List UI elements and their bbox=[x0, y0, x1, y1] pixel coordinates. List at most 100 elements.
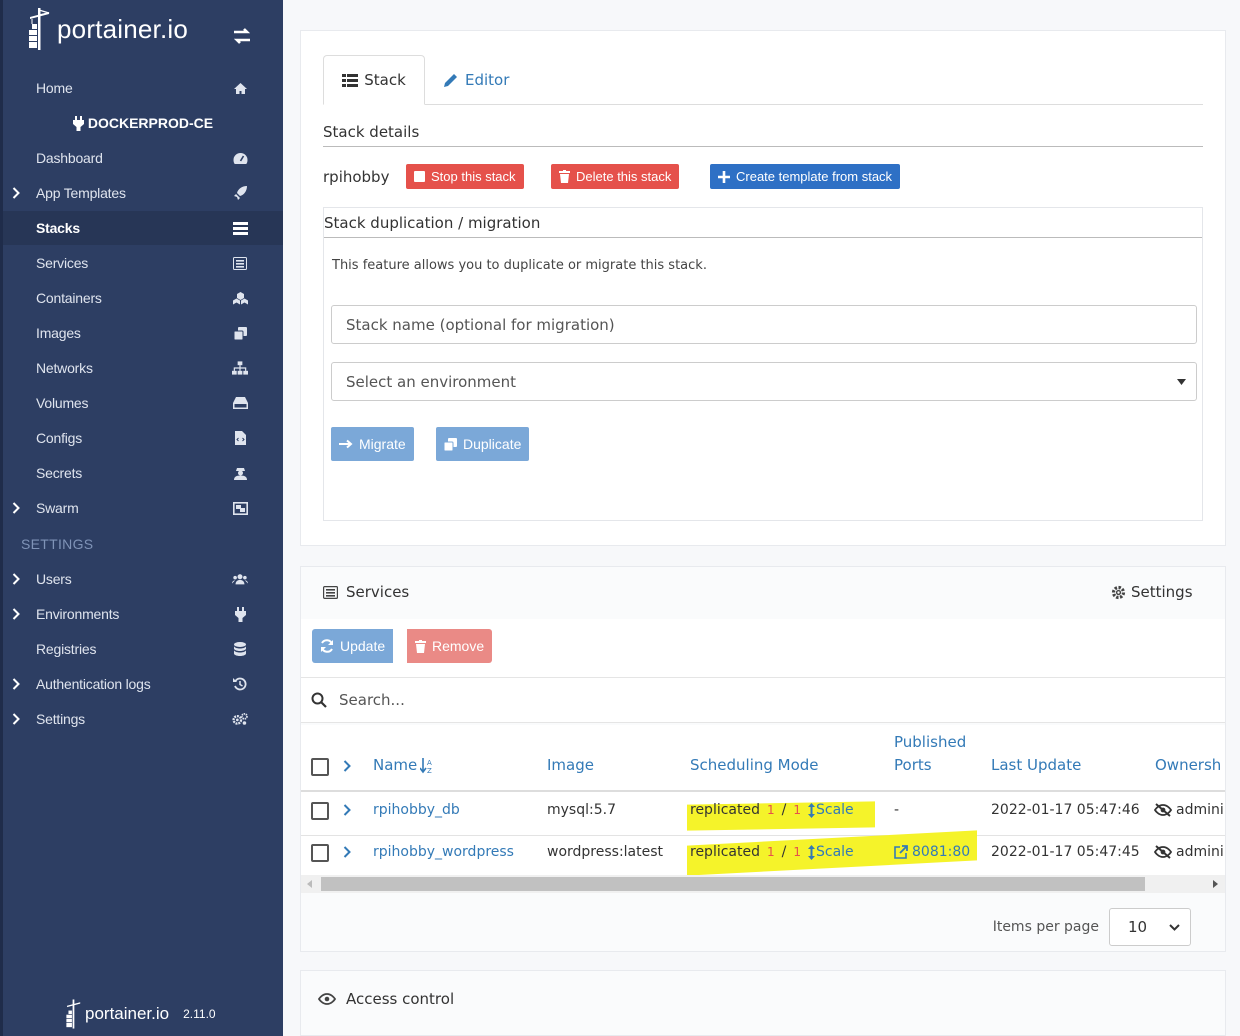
duplicate-button[interactable]: Duplicate bbox=[436, 427, 530, 461]
remove-button[interactable]: Remove bbox=[407, 629, 493, 663]
chevron-right-icon bbox=[12, 502, 20, 514]
sidebar-item-label: Environments bbox=[36, 606, 120, 622]
column-header-name[interactable]: Name AZ bbox=[373, 754, 434, 777]
row-checkbox[interactable] bbox=[311, 844, 329, 862]
crane-logo-icon bbox=[66, 999, 81, 1029]
scheduling-mode-cell: replicated 1 / 1 Scale bbox=[690, 844, 854, 860]
sidebar-item-label: Configs bbox=[36, 430, 83, 446]
sidebar-item-label: Settings bbox=[36, 711, 85, 727]
service-name-link[interactable]: rpihobby_wordpress bbox=[373, 844, 514, 860]
sidebar-item-stacks[interactable]: Stacks bbox=[3, 211, 283, 245]
sidebar-item-users[interactable]: Users bbox=[3, 562, 283, 596]
expand-row-icon[interactable] bbox=[343, 804, 351, 816]
migrate-button[interactable]: Migrate bbox=[331, 427, 414, 461]
services-table: Name AZ Image Scheduling Mode Published … bbox=[301, 725, 1225, 885]
stack-name: rpihobby bbox=[323, 168, 390, 186]
footer-logo-text: portainer.io bbox=[85, 1004, 170, 1023]
clone-icon bbox=[444, 437, 457, 451]
service-image: wordpress:latest bbox=[547, 844, 664, 860]
sidebar-item-dashboard[interactable]: Dashboard bbox=[3, 141, 283, 175]
expand-row-icon[interactable] bbox=[343, 846, 351, 858]
service-name-link[interactable]: rpihobby_db bbox=[373, 802, 460, 818]
scrollbar-thumb[interactable] bbox=[321, 877, 1145, 891]
select-all-checkbox[interactable] bbox=[311, 758, 329, 776]
delete-stack-button[interactable]: Delete this stack bbox=[551, 164, 680, 189]
sort-alpha-icon: AZ bbox=[420, 757, 432, 774]
sidebar-item-label: Services bbox=[36, 255, 89, 271]
sidebar-item-authentication-logs[interactable]: Authentication logs bbox=[3, 667, 283, 701]
table-settings-button[interactable]: Settings bbox=[1111, 583, 1193, 601]
desired-count: 1 bbox=[793, 803, 801, 817]
sidebar-item-home[interactable]: Home bbox=[3, 71, 283, 105]
sidebar-item-app-templates[interactable]: App Templates bbox=[3, 176, 283, 210]
external-link-icon bbox=[894, 845, 908, 859]
last-update: 2022-01-17 05:47:46 bbox=[991, 802, 1140, 818]
sidebar-item-settings[interactable]: Settings bbox=[3, 702, 283, 736]
stack-name-input[interactable]: Stack name (optional for migration) bbox=[331, 305, 1197, 344]
search-bar[interactable]: Search... bbox=[301, 677, 1225, 723]
sidebar-item-networks[interactable]: Networks bbox=[3, 351, 283, 385]
published-ports: - bbox=[894, 802, 900, 818]
trash-icon bbox=[559, 170, 570, 183]
tab-stack[interactable]: Stack bbox=[323, 55, 425, 105]
sidebar-item-volumes[interactable]: Volumes bbox=[3, 386, 283, 420]
sidebar-item-environments[interactable]: Environments bbox=[3, 597, 283, 631]
stop-stack-button[interactable]: Stop this stack bbox=[406, 164, 524, 189]
update-label: Update bbox=[340, 638, 386, 654]
ownership-cell: admini bbox=[1154, 802, 1224, 818]
column-header-ownership[interactable]: Ownersh bbox=[1155, 754, 1221, 777]
sidebar-item-containers[interactable]: Containers bbox=[3, 281, 283, 315]
arrows-vertical-icon bbox=[808, 802, 815, 818]
sidebar-item-label: Images bbox=[36, 325, 81, 341]
scale-link[interactable]: Scale bbox=[808, 844, 854, 860]
column-header-published-ports[interactable]: Published Ports bbox=[894, 731, 966, 777]
published-port-link[interactable]: 8081:80 bbox=[894, 844, 970, 860]
environment-select[interactable]: Select an environment bbox=[331, 362, 1197, 401]
sidebar-item-label: Volumes bbox=[36, 395, 89, 411]
sidebar-item-secrets[interactable]: Secrets bbox=[3, 456, 283, 490]
services-icon bbox=[232, 256, 248, 270]
column-header-image[interactable]: Image bbox=[547, 754, 594, 777]
scroll-right-icon[interactable] bbox=[1213, 880, 1218, 888]
mode-label: replicated bbox=[690, 802, 760, 818]
users-icon bbox=[232, 572, 248, 586]
create-template-button[interactable]: Create template from stack bbox=[710, 164, 901, 189]
column-header-name-label: Name bbox=[373, 756, 418, 774]
services-toolbar: Update Remove bbox=[301, 619, 1225, 677]
sidebar-item-services[interactable]: Services bbox=[3, 246, 283, 280]
hdd-icon bbox=[232, 396, 248, 410]
tab-editor[interactable]: Editor bbox=[443, 55, 509, 105]
column-header-scheduling-mode[interactable]: Scheduling Mode bbox=[690, 754, 819, 777]
count-separator: / bbox=[781, 844, 787, 860]
sidebar-item-configs[interactable]: Configs bbox=[3, 421, 283, 455]
stop-icon bbox=[414, 171, 425, 182]
column-header-last-update[interactable]: Last Update bbox=[991, 754, 1081, 777]
trash-icon bbox=[415, 639, 426, 653]
stack-details-title: Stack details bbox=[323, 123, 1203, 147]
scroll-left-icon[interactable] bbox=[307, 880, 312, 888]
scale-link[interactable]: Scale bbox=[808, 802, 854, 818]
row-checkbox[interactable] bbox=[311, 802, 329, 820]
ownership-label: admini bbox=[1176, 802, 1224, 818]
sidebar-item-label: Users bbox=[36, 571, 72, 587]
items-per-page-value: 10 bbox=[1128, 918, 1148, 936]
sidebar-toggle-icon[interactable] bbox=[232, 27, 252, 45]
rocket-icon bbox=[232, 186, 248, 200]
horizontal-scrollbar[interactable] bbox=[301, 875, 1225, 893]
environment-select-value: Select an environment bbox=[346, 372, 517, 391]
stack-tabs: Stack Editor bbox=[323, 55, 1203, 105]
running-count: 1 bbox=[767, 803, 775, 817]
eye-slash-icon bbox=[1154, 803, 1172, 817]
sidebar-item-swarm[interactable]: Swarm bbox=[3, 491, 283, 525]
header-divider bbox=[301, 790, 1225, 792]
services-panel: Services Settings Update Remove Search..… bbox=[300, 566, 1226, 952]
items-per-page-select[interactable]: 10 bbox=[1109, 908, 1191, 946]
eye-slash-icon bbox=[1154, 845, 1172, 859]
ownership-label: admini bbox=[1176, 844, 1224, 860]
sidebar-item-images[interactable]: Images bbox=[3, 316, 283, 350]
update-button[interactable]: Update bbox=[312, 629, 394, 663]
expand-all-icon[interactable] bbox=[343, 760, 351, 772]
file-code-icon bbox=[232, 431, 248, 445]
sidebar-item-registries[interactable]: Registries bbox=[3, 632, 283, 666]
portainer-logo[interactable]: portainer.io bbox=[27, 8, 188, 50]
